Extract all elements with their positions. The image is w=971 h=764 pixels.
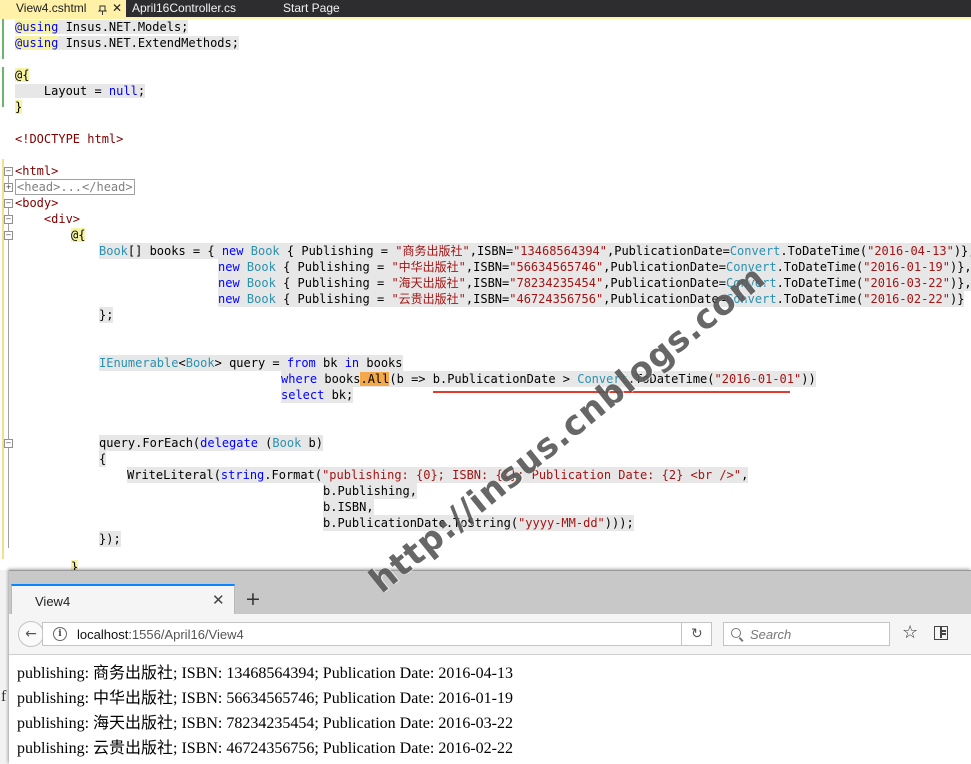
output-line: publishing: 海天出版社; ISBN: 78234235454; Pu… xyxy=(17,715,513,732)
search-input[interactable]: Search xyxy=(723,622,890,646)
code-area[interactable]: − + − − − − @using Insus.NET.Models; @us… xyxy=(0,19,971,570)
code-line: Layout = null; xyxy=(15,84,146,98)
bookmark-star-icon[interactable]: ☆ xyxy=(902,623,918,643)
reading-list-icon[interactable] xyxy=(934,626,948,640)
code-line: WriteLiteral(string.Format("publishing: … xyxy=(127,467,749,483)
code-line: new Book { Publishing = "云贵出版社",ISBN="46… xyxy=(218,291,965,307)
browser-tab-view4[interactable]: View4 ✕ xyxy=(11,584,235,615)
info-icon[interactable]: i xyxy=(53,627,67,641)
collapse-icon[interactable]: − xyxy=(4,215,13,224)
code-line: <body> xyxy=(15,196,59,210)
code-line: Book[] books = { new Book { Publishing =… xyxy=(99,243,971,259)
reload-icon: ↻ xyxy=(691,626,703,642)
url-text: localhost:1556/April16/View4 xyxy=(77,627,244,642)
collapse-icon[interactable]: − xyxy=(4,439,13,448)
code-line: select bk; xyxy=(281,387,354,403)
output-line: publishing: 中华出版社; ISBN: 56634565746; Pu… xyxy=(17,690,513,707)
tab-label: Start Page xyxy=(283,1,340,15)
collapse-icon[interactable]: − xyxy=(4,199,13,208)
code-line: <head>...</head> xyxy=(15,179,135,195)
tab-april16controller[interactable]: April16Controller.cs xyxy=(132,0,272,17)
browser-window: View4 ✕ + ← i localhost:1556/April16/Vie… xyxy=(9,570,971,764)
code-line: @{ xyxy=(15,68,30,82)
collapse-icon[interactable]: − xyxy=(4,167,13,176)
code-line: @using Insus.NET.ExtendMethods; xyxy=(15,36,239,50)
code-line: { xyxy=(99,451,107,467)
tab-label: April16Controller.cs xyxy=(132,1,237,15)
search-placeholder: Search xyxy=(750,627,792,642)
code-line: @{ xyxy=(71,228,86,242)
code-line: }); xyxy=(99,531,121,547)
back-arrow-icon[interactable]: ← xyxy=(18,621,44,647)
code-line: b.ISBN, xyxy=(323,499,374,515)
expand-icon[interactable]: + xyxy=(4,183,13,192)
browser-tab-strip: View4 ✕ + xyxy=(9,570,971,615)
code-line: new Book { Publishing = "中华出版社",ISBN="56… xyxy=(218,259,971,275)
code-line: } xyxy=(71,559,79,570)
address-bar[interactable]: i localhost:1556/April16/View4 xyxy=(42,622,682,646)
new-tab-icon[interactable]: + xyxy=(245,590,261,609)
code-line: <html> xyxy=(15,164,59,178)
pin-icon[interactable] xyxy=(97,3,108,15)
output-line: publishing: 商务出版社; ISBN: 13468564394; Pu… xyxy=(17,665,513,682)
tab-start-page[interactable]: Start Page xyxy=(283,0,373,17)
fold-line xyxy=(8,208,9,216)
browser-tab-title: View4 xyxy=(35,594,71,609)
output-line: publishing: 云贵出版社; ISBN: 46724356756; Pu… xyxy=(17,740,513,757)
fold-line xyxy=(8,176,9,184)
code-editor: View4.cshtml ✕ April16Controller.cs Star… xyxy=(0,0,971,570)
code-line: <!DOCTYPE html> xyxy=(15,132,124,146)
code-line: query.ForEach(delegate (Book b) xyxy=(99,435,323,451)
change-marker xyxy=(2,19,4,59)
fold-line xyxy=(8,240,9,440)
code-line: b.PublicationDate.ToString("yyyy-MM-dd")… xyxy=(323,515,634,531)
browser-toolbar: ← i localhost:1556/April16/View4 ↻ Searc… xyxy=(9,614,971,655)
fold-line xyxy=(8,224,9,232)
fold-line xyxy=(8,448,9,548)
close-icon[interactable]: ✕ xyxy=(112,0,122,17)
reload-button[interactable]: ↻ xyxy=(682,622,712,646)
search-icon xyxy=(731,628,741,638)
code-line: <div> xyxy=(15,212,81,226)
code-line: new Book { Publishing = "海天出版社",ISBN="78… xyxy=(218,275,971,291)
close-tab-icon[interactable]: ✕ xyxy=(212,591,225,609)
collapse-icon[interactable]: − xyxy=(4,231,13,240)
background-window-edge: f xyxy=(0,570,9,764)
tab-label: View4.cshtml xyxy=(16,1,87,15)
code-line: } xyxy=(15,100,23,114)
code-line: @using Insus.NET.Models; xyxy=(15,20,189,34)
editor-tab-bar: View4.cshtml ✕ April16Controller.cs Star… xyxy=(0,0,971,17)
code-line: where books.All(b => b.PublicationDate >… xyxy=(281,371,816,387)
red-underline-annotation xyxy=(433,391,790,393)
tab-view4-cshtml[interactable]: View4.cshtml ✕ xyxy=(0,0,126,17)
code-line: b.Publishing, xyxy=(323,483,417,499)
code-line: IEnumerable<Book> query = from bk in boo… xyxy=(99,355,403,371)
page-content: publishing: 商务出版社; ISBN: 13468564394; Pu… xyxy=(9,655,971,764)
code-line: }; xyxy=(99,307,114,323)
change-marker xyxy=(2,67,4,107)
